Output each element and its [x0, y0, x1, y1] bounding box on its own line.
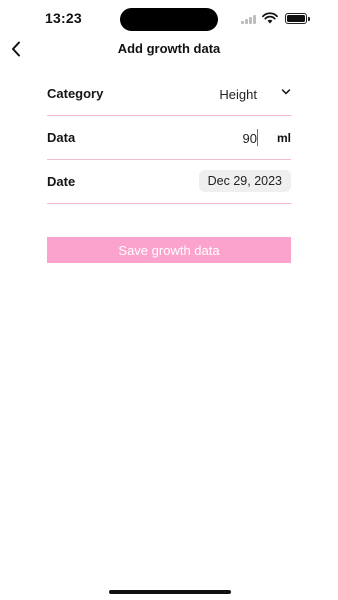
- unit-label: ml: [276, 131, 291, 145]
- status-time: 13:23: [45, 10, 82, 26]
- save-growth-data-button[interactable]: Save growth data: [47, 237, 291, 263]
- growth-form: Category Height Data ml Date Dec 29, 202…: [47, 72, 291, 204]
- date-row: Date Dec 29, 2023: [47, 160, 291, 204]
- add-growth-data-screen: 13:23 Add growth data Category Height Da…: [0, 0, 338, 600]
- category-label: Category: [47, 86, 104, 101]
- category-select-value[interactable]: Height: [219, 87, 257, 102]
- status-bar: 13:23: [0, 0, 338, 38]
- date-label: Date: [47, 174, 76, 189]
- category-row[interactable]: Category Height: [47, 72, 291, 116]
- cellular-signal-icon: [241, 14, 259, 24]
- date-picker-button[interactable]: Dec 29, 2023: [198, 170, 291, 192]
- data-input[interactable]: [177, 128, 257, 148]
- text-cursor: [257, 129, 258, 146]
- home-indicator: [109, 590, 231, 594]
- data-row: Data ml: [47, 116, 291, 160]
- page-title: Add growth data: [117, 41, 221, 56]
- chevron-down-icon[interactable]: [281, 88, 291, 96]
- wifi-icon: [262, 12, 278, 24]
- data-label: Data: [47, 130, 76, 145]
- dynamic-island: [120, 8, 218, 31]
- battery-icon: [285, 13, 310, 24]
